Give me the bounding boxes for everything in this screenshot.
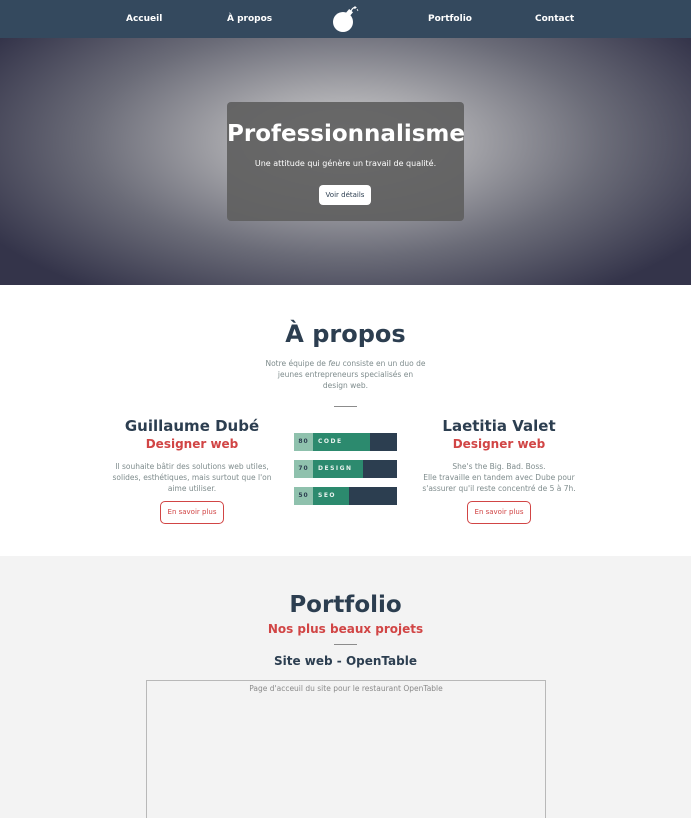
portfolio-title: Portfolio	[289, 592, 402, 618]
section-divider	[334, 406, 357, 407]
nav-link-portfolio[interactable]: Portfolio	[428, 14, 472, 24]
hero-title: Professionnalisme	[227, 121, 465, 147]
person-description: Il souhaite bâtir des solutions web util…	[112, 462, 272, 493]
person-role: Designer web	[145, 437, 239, 451]
learn-more-button[interactable]: En savoir plus	[160, 501, 224, 524]
skill-value: 70	[294, 460, 313, 478]
skill-label: SEO	[318, 492, 337, 499]
about-intro-emphasis: feu	[328, 359, 341, 368]
skill-bar-design: 70 DESIGN	[294, 460, 397, 478]
about-intro-part: Notre équipe de	[265, 359, 329, 368]
portfolio-section: Portfolio Nos plus beaux projets Site we…	[0, 556, 691, 818]
skill-value: 50	[294, 487, 313, 505]
about-intro: Notre équipe de feu consiste en un duo d…	[265, 358, 426, 391]
person-description-line: Elle travaille en tandem avec Dube pour …	[422, 473, 576, 493]
project-caption: Page d'acceuil du site pour le restauran…	[249, 684, 443, 693]
skill-label: CODE	[318, 438, 343, 445]
skill-bar-seo: 50 SEO	[294, 487, 397, 505]
hero-card: Professionnalisme Une attitude qui génèr…	[227, 102, 465, 221]
project-preview-frame[interactable]: Page d'acceuil du site pour le restauran…	[146, 680, 546, 818]
project-title: Site web - OpenTable	[273, 654, 417, 668]
section-divider	[334, 644, 357, 645]
person-description: She's the Big. Bad. Boss. Elle travaille…	[419, 461, 579, 494]
nav-link-accueil[interactable]: Accueil	[126, 14, 162, 24]
person-description-line: She's the Big. Bad. Boss.	[452, 462, 546, 471]
about-title: À propos	[285, 320, 406, 348]
top-navbar: Accueil À propos Portfolio Contact	[0, 0, 691, 38]
nav-link-contact[interactable]: Contact	[535, 14, 574, 24]
person-role: Designer web	[452, 437, 546, 451]
skill-bar-code: 80 CODE	[294, 433, 397, 451]
bomb-icon[interactable]	[331, 5, 359, 33]
hero-subtitle: Une attitude qui génère un travail de qu…	[254, 159, 437, 168]
nav-link-a-propos[interactable]: À propos	[227, 14, 272, 24]
hero-banner: Professionnalisme Une attitude qui génèr…	[0, 38, 691, 285]
person-name: Laetitia Valet	[442, 417, 556, 435]
skill-label: DESIGN	[318, 465, 353, 472]
view-details-button[interactable]: Voir détails	[319, 185, 371, 205]
skill-value: 80	[294, 433, 313, 451]
learn-more-button[interactable]: En savoir plus	[467, 501, 531, 524]
about-section: À propos Notre équipe de feu consiste en…	[0, 285, 691, 556]
portfolio-subtitle: Nos plus beaux projets	[267, 622, 424, 636]
person-name: Guillaume Dubé	[124, 417, 260, 435]
